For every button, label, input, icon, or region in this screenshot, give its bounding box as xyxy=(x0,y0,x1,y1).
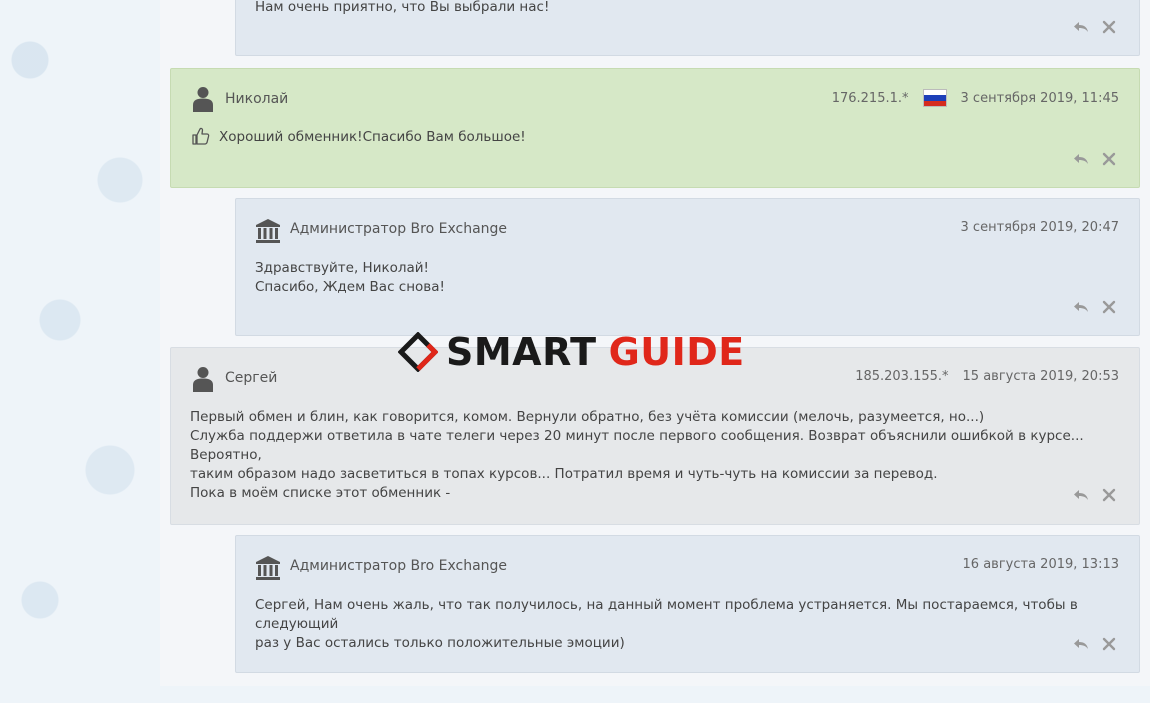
reply-author: Администратор Bro Exchange xyxy=(290,221,508,237)
reply-line: Здравствуйте, Николай! xyxy=(255,260,429,276)
bank-icon xyxy=(256,219,280,243)
review-ip: 185.203.155.* xyxy=(855,369,949,384)
review-date: 3 сентября 2019, 11:45 xyxy=(960,90,1119,106)
reply-arrow-icon[interactable] xyxy=(1073,19,1089,35)
reply-arrow-icon[interactable] xyxy=(1073,299,1089,315)
user-avatar-icon xyxy=(193,87,213,112)
review-ip: 176.215.1.* xyxy=(831,90,909,106)
reply-date: 16 августа 2019, 13:13 xyxy=(962,557,1119,572)
review-line: Первый обмен и блин, как говорится, комо… xyxy=(190,409,985,425)
admin-reply-card: Администратор Bro Exchange 16 августа 20… xyxy=(235,535,1140,673)
watermark-text-guide: GUIDE xyxy=(608,330,745,374)
user-avatar-icon xyxy=(193,367,213,392)
reply-meta: 16 августа 2019, 13:13 xyxy=(963,557,1119,572)
reply-arrow-icon[interactable] xyxy=(1073,487,1089,503)
close-icon[interactable] xyxy=(1101,636,1117,652)
card-actions xyxy=(1073,299,1117,315)
review-meta: 185.203.155.* 15 августа 2019, 20:53 xyxy=(855,369,1119,384)
reply-line: раз у Вас остались только положительные … xyxy=(255,635,625,651)
card-actions xyxy=(1073,19,1117,35)
russia-flag-icon xyxy=(922,89,947,107)
admin-reply-card: Администратор Bro Exchange 3 сентября 20… xyxy=(235,198,1140,336)
review-text: Хороший обменник!Спасибо Вам большое! xyxy=(219,129,526,145)
watermark-text-smart: SMART xyxy=(446,330,597,374)
review-date: 15 августа 2019, 20:53 xyxy=(962,369,1119,384)
review-author: Николай xyxy=(225,91,289,107)
review-author: Сергей xyxy=(225,370,278,386)
close-icon[interactable] xyxy=(1101,487,1117,503)
reply-arrow-icon[interactable] xyxy=(1073,636,1089,652)
bank-icon xyxy=(256,556,280,580)
reply-text: Сергей, Нам очень жаль, что так получило… xyxy=(255,596,1125,653)
card-actions xyxy=(1073,636,1117,652)
reply-meta: 3 сентября 2019, 20:47 xyxy=(961,220,1119,235)
review-card: Николай 176.215.1.* 3 сентября 2019, 11:… xyxy=(170,68,1140,188)
reply-text: Нам очень приятно, что Вы выбрали нас! xyxy=(255,0,550,15)
reply-line: Сергей, Нам очень жаль, что так получило… xyxy=(255,597,1078,632)
reply-date: 3 сентября 2019, 20:47 xyxy=(960,220,1119,235)
reply-line: Спасибо, Ждем Вас снова! xyxy=(255,279,445,295)
smartguide-logo-icon xyxy=(398,332,438,372)
close-icon[interactable] xyxy=(1101,299,1117,315)
review-line: таким образом надо засветиться в топах к… xyxy=(190,466,938,482)
review-line: Служба поддержи ответила в чате телеги ч… xyxy=(190,428,1084,463)
reply-text: Здравствуйте, Николай! Спасибо, Ждем Вас… xyxy=(255,259,445,297)
close-icon[interactable] xyxy=(1101,19,1117,35)
close-icon[interactable] xyxy=(1101,151,1117,167)
admin-reply-card: Нам очень приятно, что Вы выбрали нас! xyxy=(235,0,1140,56)
card-actions xyxy=(1073,487,1117,503)
review-text: Первый обмен и блин, как говорится, комо… xyxy=(190,408,1130,503)
review-line: Пока в моём списке этот обменник - xyxy=(190,485,451,501)
card-actions xyxy=(1073,151,1117,167)
reply-arrow-icon[interactable] xyxy=(1073,151,1089,167)
thumbs-up-icon xyxy=(192,127,210,145)
smartguide-watermark: SMART GUIDE xyxy=(398,330,745,374)
reply-author: Администратор Bro Exchange xyxy=(290,558,508,574)
review-meta: 176.215.1.* 3 сентября 2019, 11:45 xyxy=(832,89,1119,107)
